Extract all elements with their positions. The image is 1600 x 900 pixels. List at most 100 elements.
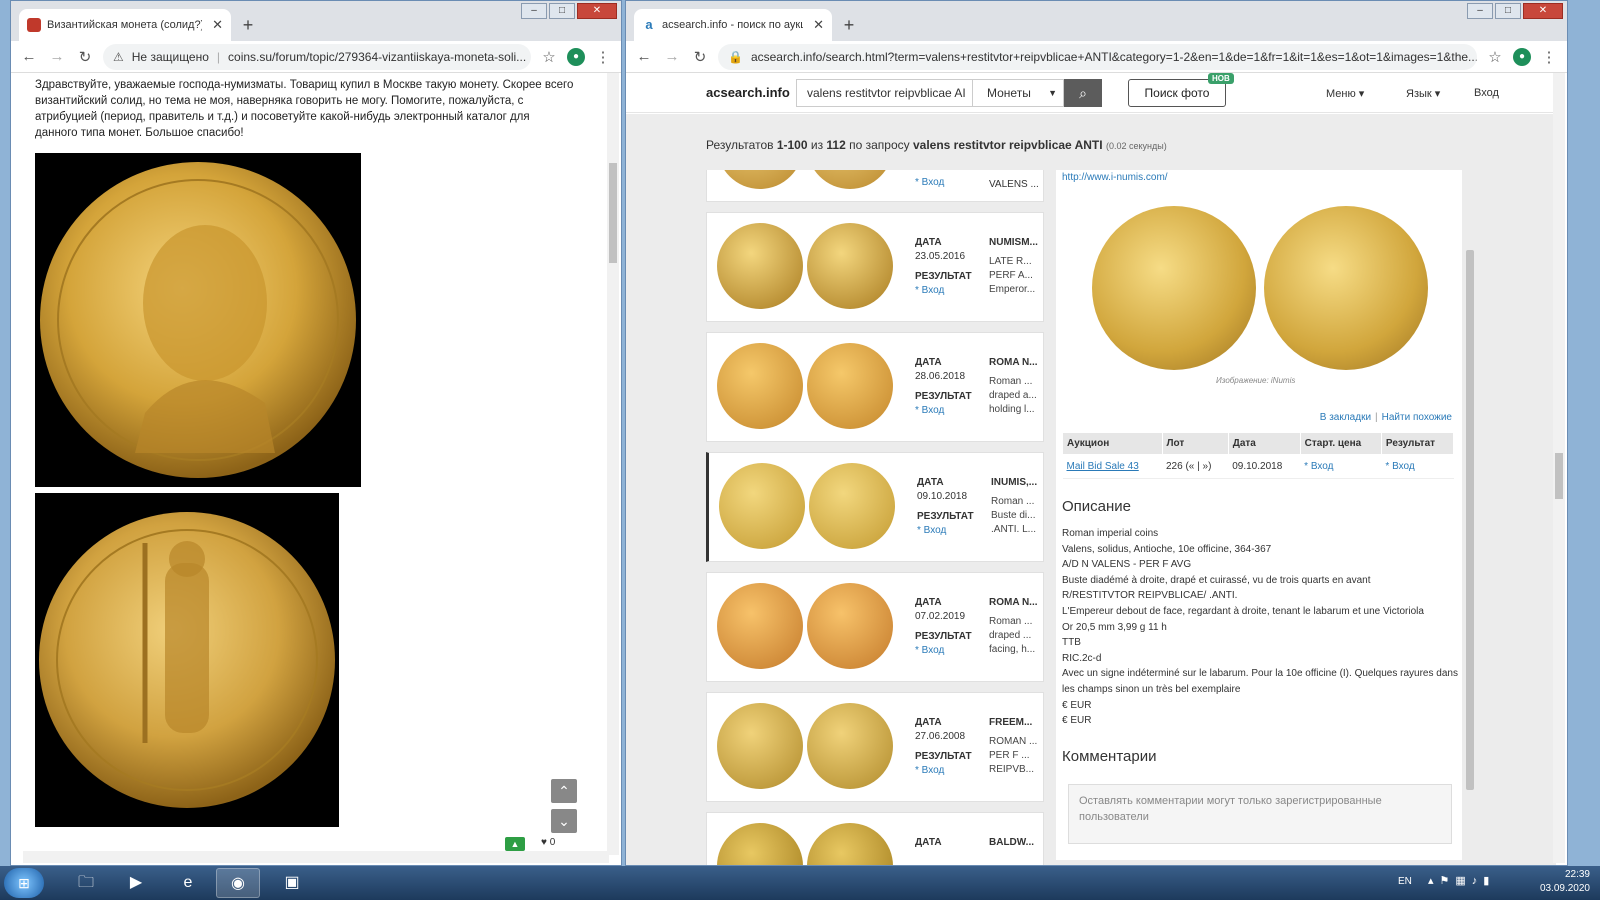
- site-header: acsearch.info valens restitvtor reipvbli…: [626, 73, 1556, 113]
- left-scroll-thumb[interactable]: [609, 163, 617, 263]
- start-price-login[interactable]: * Вход: [1300, 454, 1382, 479]
- result-card[interactable]: ДАТА 28.06.2018 РЕЗУЛЬТАТ * Вход ROMA N.…: [706, 332, 1044, 442]
- comment-input[interactable]: Оставлять комментарии могут только зарег…: [1068, 784, 1452, 844]
- results-query: valens restitvtor reipvblicae ANTI: [912, 138, 1103, 152]
- kebab-menu-icon[interactable]: ⋮: [1539, 48, 1559, 66]
- media-player-icon[interactable]: ▶: [114, 868, 158, 898]
- coin-obverse-image[interactable]: [35, 153, 361, 487]
- back-icon[interactable]: ←: [634, 48, 654, 65]
- card-login-link[interactable]: * Вход: [915, 645, 944, 656]
- new-tab-icon[interactable]: +: [838, 15, 860, 37]
- reload-icon[interactable]: ↻: [690, 48, 710, 66]
- card-date-label: ДАТА: [915, 357, 942, 368]
- detail-coin-reverse[interactable]: [1264, 206, 1428, 370]
- ie-icon[interactable]: e: [166, 868, 210, 898]
- right-tab[interactable]: a acsearch.info - поиск по аукцио ✕: [634, 9, 832, 41]
- search-input[interactable]: valens restitvtor reipvblicae AI: [796, 79, 972, 107]
- like-counter[interactable]: ♥ 0: [541, 837, 555, 848]
- explorer-icon[interactable]: 🗀: [64, 868, 108, 898]
- left-address-bar[interactable]: ⚠ Не защищено | coins.su/forum/topic/279…: [103, 43, 531, 70]
- kebab-menu-icon[interactable]: ⋮: [593, 48, 613, 66]
- coin-thumb-reverse: [807, 343, 893, 429]
- lock-icon: 🔒: [728, 49, 743, 64]
- card-login-link[interactable]: * Вход: [915, 177, 944, 188]
- left-tab[interactable]: Византийская монета (солид?). ✕: [19, 9, 231, 41]
- close-tab-icon[interactable]: ✕: [212, 17, 223, 33]
- upvote-icon[interactable]: ▲: [505, 837, 525, 851]
- language-indicator[interactable]: EN: [1398, 876, 1412, 887]
- coin-reverse-image[interactable]: [35, 493, 339, 827]
- auction-house-link[interactable]: http://www.i-numis.com/: [1062, 172, 1168, 183]
- left-horizontal-scrollbar[interactable]: [23, 851, 609, 863]
- new-tab-icon[interactable]: +: [237, 15, 259, 37]
- card-login-link[interactable]: * Вход: [915, 405, 944, 416]
- close-window-icon[interactable]: ✕: [1523, 3, 1563, 19]
- minimize-icon[interactable]: –: [521, 3, 547, 19]
- camera-app-icon[interactable]: ▣: [270, 868, 314, 898]
- start-button[interactable]: ⊞: [4, 868, 44, 898]
- right-page-scroll-thumb[interactable]: [1555, 453, 1563, 499]
- reload-icon[interactable]: ↻: [75, 48, 95, 66]
- card-date: 28.06.2018: [915, 371, 966, 382]
- result-card[interactable]: ДАТА 27.06.2008 РЕЗУЛЬТАТ * Вход FREEM..…: [706, 692, 1044, 802]
- coin-thumb-obverse: [717, 223, 803, 309]
- language-dropdown[interactable]: Язык ▾: [1406, 87, 1440, 100]
- card-login-link[interactable]: * Вход: [917, 525, 946, 536]
- search-button[interactable]: ⌕: [1064, 79, 1102, 107]
- description-body: Roman imperial coins Valens, solidus, An…: [1062, 526, 1460, 729]
- clock[interactable]: 22:39 03.09.2020: [1540, 868, 1590, 896]
- desc-line: A/D N VALENS - PER F AVG: [1062, 559, 1192, 571]
- detail-coin-obverse[interactable]: [1092, 206, 1256, 370]
- bookmark-star-icon[interactable]: ☆: [539, 48, 559, 66]
- desc-line: € EUR: [1062, 715, 1092, 727]
- profile-avatar-icon[interactable]: ●: [1513, 47, 1531, 66]
- bookmark-link[interactable]: В закладки: [1320, 412, 1371, 423]
- maximize-icon[interactable]: □: [1495, 3, 1521, 19]
- result-card-selected[interactable]: ДАТА 09.10.2018 РЕЗУЛЬТАТ * Вход INUMIS,…: [706, 452, 1044, 562]
- right-address-bar[interactable]: 🔒 acsearch.info/search.html?term=valens+…: [718, 43, 1477, 70]
- back-icon[interactable]: ←: [19, 48, 39, 65]
- scroll-up-button[interactable]: ⌃: [551, 779, 577, 803]
- tray-icons[interactable]: ▴⚑▦♪▮: [1428, 874, 1495, 887]
- coin-thumb-reverse: [807, 823, 893, 865]
- category-select[interactable]: Монеты ▼: [972, 79, 1064, 107]
- login-link[interactable]: Вход: [1474, 87, 1499, 99]
- forward-icon[interactable]: →: [47, 48, 67, 65]
- card-auction: BALDW...: [989, 837, 1034, 848]
- card-login-link[interactable]: * Вход: [915, 285, 944, 296]
- chrome-icon[interactable]: ◉: [216, 868, 260, 898]
- card-login-link[interactable]: * Вход: [915, 765, 944, 776]
- site-logo[interactable]: acsearch.info: [706, 85, 790, 100]
- lot-table-header: Аукцион Лот Дата Старт. цена Результат: [1062, 432, 1455, 455]
- coin-thumb-obverse: [717, 823, 803, 865]
- detail-scrollbar[interactable]: [1464, 170, 1474, 860]
- profile-avatar-icon[interactable]: ●: [567, 47, 585, 66]
- find-similar-link[interactable]: Найти похожие: [1382, 412, 1452, 423]
- lot-number[interactable]: 226 (« | »): [1162, 454, 1229, 479]
- windows-logo-icon: ⊞: [18, 875, 30, 891]
- card-date-label: ДАТА: [915, 717, 942, 728]
- forward-icon[interactable]: →: [662, 48, 682, 65]
- left-vertical-scrollbar[interactable]: [607, 73, 619, 855]
- detail-scroll-thumb[interactable]: [1466, 250, 1474, 790]
- result-card[interactable]: ДАТА BALDW...: [706, 812, 1044, 865]
- maximize-icon[interactable]: □: [549, 3, 575, 19]
- result-card[interactable]: ДАТА 23.05.2016 РЕЗУЛЬТАТ * Вход NUMISM.…: [706, 212, 1044, 322]
- close-window-icon[interactable]: ✕: [577, 3, 617, 19]
- description-title: Описание: [1062, 498, 1132, 515]
- card-date-label: ДАТА: [915, 237, 942, 248]
- results-time: (0.02 секунды): [1105, 141, 1167, 151]
- result-card-top[interactable]: * Вход VALENS ...: [706, 170, 1044, 202]
- auction-name-link[interactable]: Mail Bid Sale 43: [1062, 454, 1162, 479]
- close-tab-icon[interactable]: ✕: [813, 17, 824, 33]
- left-tab-title: Византийская монета (солид?).: [47, 19, 203, 31]
- result-login[interactable]: * Вход: [1381, 454, 1454, 479]
- card-auction: NUMISM...: [989, 237, 1038, 248]
- card-date: 27.06.2008: [915, 731, 966, 742]
- minimize-icon[interactable]: –: [1467, 3, 1493, 19]
- menu-dropdown[interactable]: Меню ▾: [1326, 87, 1364, 100]
- result-card[interactable]: ДАТА 07.02.2019 РЕЗУЛЬТАТ * Вход ROMA N.…: [706, 572, 1044, 682]
- scroll-down-button[interactable]: ⌄: [551, 809, 577, 833]
- bookmark-star-icon[interactable]: ☆: [1485, 48, 1505, 66]
- right-page-scrollbar[interactable]: [1553, 73, 1565, 863]
